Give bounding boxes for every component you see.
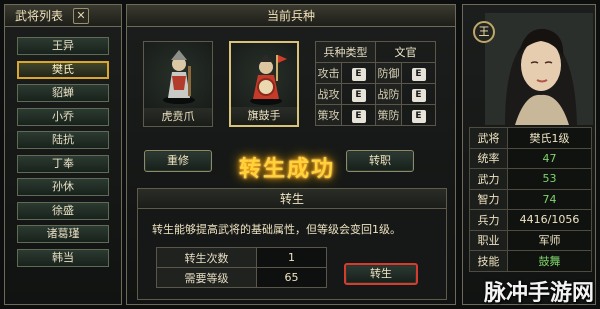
info-label: 智力 <box>469 188 508 210</box>
general-button[interactable]: 王异 <box>17 37 109 55</box>
general-button[interactable]: 小乔 <box>17 107 109 126</box>
general-info-table: 武将 樊氏1级 统率 47 武力 53 智力 74 兵力 4416/1056 职业 军师 技能 鼓舞 <box>469 127 592 272</box>
general-portrait <box>485 13 593 125</box>
info-label: 技能 <box>469 250 508 272</box>
stat-grade-badge: E <box>351 67 366 81</box>
stat-grade-badge: E <box>351 88 366 102</box>
generals-list-panel: 武将列表 ✕ 王异樊氏貂蝉小乔陆抗丁奉孙休徐盛诸葛瑾韩当 <box>4 4 122 305</box>
stat-grade-badge: E <box>411 109 426 123</box>
info-value: 74 <box>507 188 592 210</box>
stat-label: 防御 <box>375 62 402 84</box>
watermark: 脉冲手游网 <box>483 281 594 306</box>
unit-card-tiger[interactable]: 虎贲爪 <box>143 41 213 127</box>
general-button[interactable]: 韩当 <box>17 248 109 267</box>
info-label: 武将 <box>469 127 508 149</box>
general-button[interactable]: 丁奉 <box>17 154 109 173</box>
general-info-panel: 王 武将 樊氏1级 统率 47 武力 53 智力 74 兵力 4416/1056 职业 军师 技能 鼓舞 <box>462 4 596 305</box>
info-value: 军师 <box>507 229 592 251</box>
stat-label: 策攻 <box>315 104 342 126</box>
stat-grade-badge: E <box>411 67 426 81</box>
unit-card-drummer[interactable]: 旗鼓手 <box>229 41 299 127</box>
stat-label: 战攻 <box>315 83 342 105</box>
unit-panel-title: 当前兵种 <box>127 5 455 27</box>
stat-grade-badge: E <box>411 88 426 102</box>
general-button[interactable]: 徐盛 <box>17 201 109 220</box>
restudy-button[interactable]: 重修 <box>144 150 212 172</box>
info-label: 武力 <box>469 168 508 190</box>
stat-label: 战防 <box>375 83 402 105</box>
info-label: 统率 <box>469 147 508 169</box>
general-button[interactable]: 樊氏 <box>17 60 109 79</box>
tiger-unit-icon <box>163 50 195 104</box>
info-value: 53 <box>507 168 592 190</box>
general-button[interactable]: 诸葛瑾 <box>17 225 109 243</box>
reborn-count-label: 转生次数 <box>156 247 257 268</box>
unit-type-value: 文官 <box>375 41 436 63</box>
general-portrait-image <box>485 13 593 125</box>
faction-emblem-icon: 王 <box>473 21 495 43</box>
info-label: 职业 <box>469 229 508 251</box>
unit-card-label: 旗鼓手 <box>231 107 297 125</box>
generals-list: 王异樊氏貂蝉小乔陆抗丁奉孙休徐盛诸葛瑾韩当 <box>5 27 121 267</box>
change-job-button[interactable]: 转职 <box>346 150 414 172</box>
reborn-section: 转生 转生能够提高武将的基础属性，但等级会变回1级。 转生次数 1 需要等级 6… <box>137 188 447 300</box>
reborn-description: 转生能够提高武将的基础属性，但等级会变回1级。 <box>152 223 401 236</box>
stat-grade-badge: E <box>351 109 366 123</box>
reborn-count-value: 1 <box>256 247 327 268</box>
general-button[interactable]: 孙休 <box>17 178 109 196</box>
reborn-table: 转生次数 1 需要等级 65 <box>156 247 327 288</box>
reborn-success-banner: 转生成功 <box>239 157 336 182</box>
unit-type-label: 兵种类型 <box>315 41 376 63</box>
info-label: 兵力 <box>469 209 508 231</box>
drummer-unit-icon <box>250 54 287 105</box>
required-level-value: 65 <box>256 267 327 288</box>
unit-panel: 当前兵种 虎贲爪 旗鼓手 兵种类型 文官 攻击 E 防御 E 战攻 E 战防 E… <box>126 4 456 305</box>
unit-card-label: 虎贲爪 <box>144 108 212 126</box>
required-level-label: 需要等级 <box>156 267 257 288</box>
general-button[interactable]: 陆抗 <box>17 131 109 149</box>
stat-label: 策防 <box>375 104 402 126</box>
generals-list-header: 武将列表 ✕ <box>5 5 121 27</box>
info-value: 4416/1056 <box>507 209 592 231</box>
general-button[interactable]: 貂蝉 <box>17 84 109 102</box>
stat-label: 攻击 <box>315 62 342 84</box>
info-value: 鼓舞 <box>507 250 592 272</box>
info-value: 47 <box>507 147 592 169</box>
reborn-button[interactable]: 转生 <box>344 263 418 285</box>
generals-list-title: 武将列表 <box>15 9 64 23</box>
info-value: 樊氏1级 <box>507 127 592 149</box>
unit-stats-table: 兵种类型 文官 攻击 E 防御 E 战攻 E 战防 E 策攻 E 策防 E <box>315 41 436 126</box>
close-icon[interactable]: ✕ <box>73 7 90 24</box>
reborn-title: 转生 <box>138 189 446 209</box>
